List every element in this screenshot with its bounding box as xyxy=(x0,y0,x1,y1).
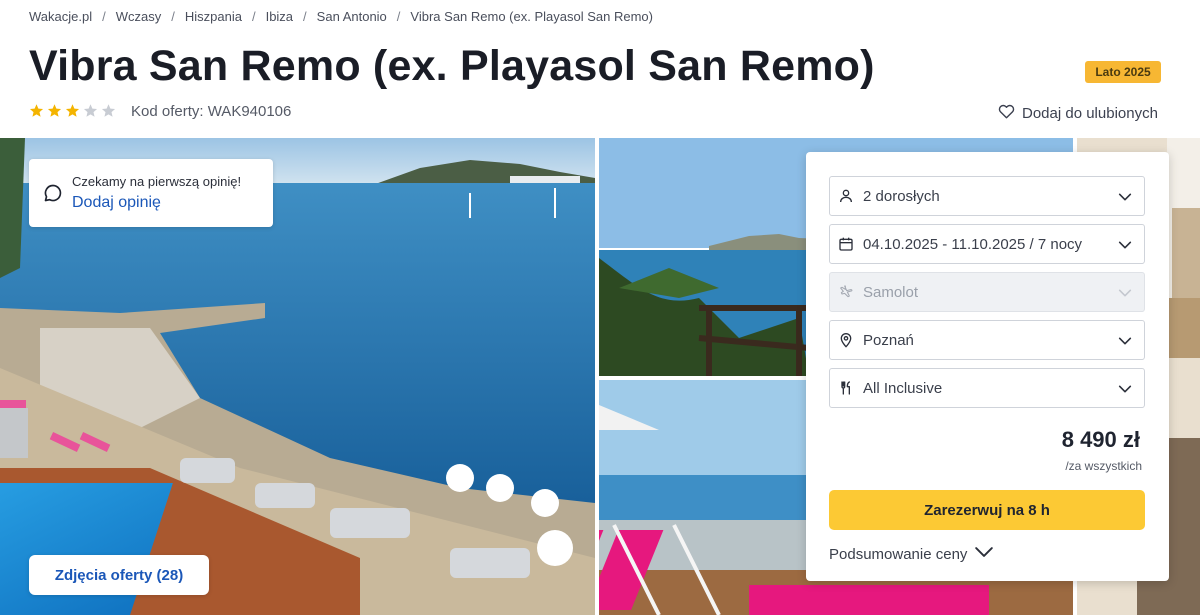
price-summary-toggle[interactable]: Podsumowanie ceny xyxy=(829,544,995,564)
location-pin-icon xyxy=(838,332,854,348)
breadcrumb-item-home[interactable]: Wakacje.pl xyxy=(29,9,92,24)
reserve-button[interactable]: Zarezerwuj na 8 h xyxy=(829,490,1145,530)
person-icon xyxy=(838,188,854,204)
plane-icon xyxy=(838,284,854,300)
heart-icon xyxy=(998,103,1015,123)
travelers-value: 2 dorosłych xyxy=(863,187,940,205)
star-icon xyxy=(65,104,80,117)
chevron-down-icon xyxy=(1117,237,1133,258)
season-badge: Lato 2025 xyxy=(1085,61,1161,83)
board-select[interactable]: All Inclusive xyxy=(829,368,1145,408)
departure-select[interactable]: Poznań xyxy=(829,320,1145,360)
dates-value: 04.10.2025 - 11.10.2025 / 7 nocy xyxy=(863,235,1083,253)
chevron-down-icon xyxy=(973,544,995,564)
travelers-select[interactable]: 2 dorosłych xyxy=(829,176,1145,216)
breadcrumb-separator: / xyxy=(102,9,106,24)
departure-value: Poznań xyxy=(863,331,914,349)
chevron-down-icon xyxy=(1117,285,1133,306)
price-summary-label: Podsumowanie ceny xyxy=(829,545,968,563)
star-icon xyxy=(101,104,116,117)
breadcrumb-separator: / xyxy=(171,9,175,24)
breadcrumb-item-region[interactable]: Ibiza xyxy=(266,9,293,24)
review-card: Czekamy na pierwszą opinię! Dodaj opinię xyxy=(29,159,273,227)
total-price: 8 490 zł xyxy=(1061,427,1140,452)
breadcrumb: Wakacje.pl / Wczasy / Hiszpania / Ibiza … xyxy=(29,9,653,24)
transport-select: Samolot xyxy=(829,272,1145,312)
transport-value: Samolot xyxy=(863,283,919,301)
add-review-link[interactable]: Dodaj opinię xyxy=(72,194,161,212)
chevron-down-icon xyxy=(1117,333,1133,354)
price-note: /za wszystkich xyxy=(1065,459,1142,473)
cutlery-icon xyxy=(838,380,854,396)
star-icon xyxy=(47,104,62,117)
breadcrumb-separator: / xyxy=(303,9,307,24)
page-title: Vibra San Remo (ex. Playasol San Remo) xyxy=(29,42,875,90)
breadcrumb-item-country[interactable]: Hiszpania xyxy=(185,9,242,24)
board-value: All Inclusive xyxy=(863,379,943,397)
add-to-favorites-button[interactable]: Dodaj do ulubionych xyxy=(998,103,1158,123)
offer-photos-button[interactable]: Zdjęcia oferty (28) xyxy=(29,555,209,595)
add-to-favorites-label: Dodaj do ulubionych xyxy=(1022,104,1158,122)
star-icon xyxy=(29,104,44,117)
chevron-down-icon xyxy=(1117,189,1133,210)
breadcrumb-item-wczasy[interactable]: Wczasy xyxy=(116,9,162,24)
chevron-down-icon xyxy=(1117,381,1133,402)
booking-panel: 2 dorosłych 04.10.2025 - 11.10.2025 / 7 … xyxy=(806,152,1169,581)
breadcrumb-separator: / xyxy=(251,9,256,24)
breadcrumb-item-current: Vibra San Remo (ex. Playasol San Remo) xyxy=(410,9,653,24)
breadcrumb-separator: / xyxy=(396,9,401,24)
breadcrumb-item-city[interactable]: San Antonio xyxy=(317,9,387,24)
star-icon xyxy=(83,104,98,117)
review-waiting-text: Czekamy na pierwszą opinię! xyxy=(72,174,242,189)
calendar-icon xyxy=(838,236,854,252)
dates-select[interactable]: 04.10.2025 - 11.10.2025 / 7 nocy xyxy=(829,224,1145,264)
hotel-rating-stars xyxy=(29,103,116,118)
offer-code: Kod oferty: WAK940106 xyxy=(131,103,292,120)
chat-bubble-icon xyxy=(43,183,63,208)
